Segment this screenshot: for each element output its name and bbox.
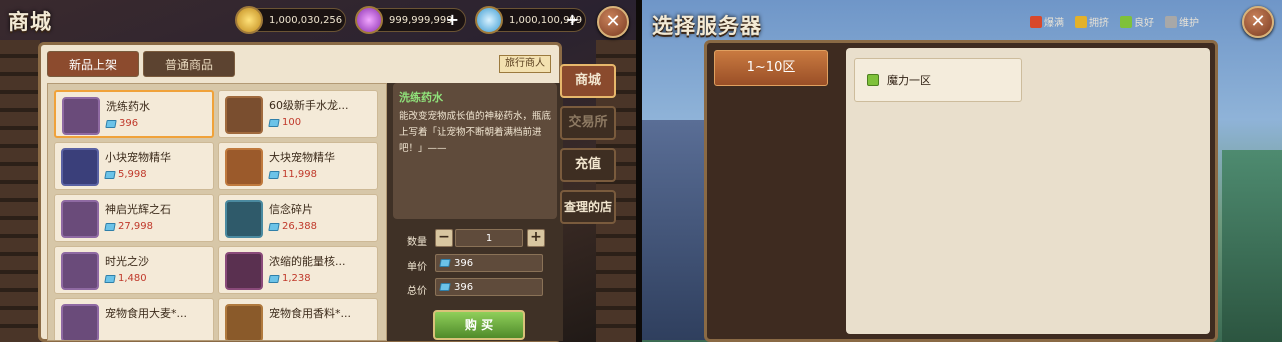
list-item[interactable]: 大块宠物精华 11,998 xyxy=(218,142,378,190)
diamond-icon xyxy=(439,259,451,267)
total-price-label: 总价 xyxy=(407,286,427,297)
list-item[interactable]: 洗练药水 396 xyxy=(54,90,214,138)
item-name: 信念碎片 xyxy=(269,203,313,216)
gold-amount: 1,000,030,256 xyxy=(269,14,343,26)
purple-gem-icon xyxy=(355,6,383,34)
diamond-icon xyxy=(105,119,117,128)
barley-icon xyxy=(61,304,99,340)
item-price: 26,388 xyxy=(268,221,317,232)
server-select-title: 选择服务器 xyxy=(652,14,762,38)
server-item[interactable]: 魔力一区 xyxy=(854,58,1022,102)
purple-gem-currency: 999,999,999 + xyxy=(355,6,466,34)
legend-good: 良好 xyxy=(1120,14,1154,29)
item-name: 洗练药水 xyxy=(106,100,150,113)
purple-gem-amount: 999,999,999 xyxy=(389,14,453,26)
item-name: 宠物食用香料*... xyxy=(269,307,351,320)
quantity-label: 数量 xyxy=(407,237,427,248)
potion-icon xyxy=(62,97,100,135)
item-name: 浓缩的能量核... xyxy=(269,255,346,268)
detail-item-name: 洗练药水 xyxy=(399,91,443,104)
status-good-icon xyxy=(867,74,879,86)
list-item[interactable]: 信念碎片 26,388 xyxy=(218,194,378,242)
unit-price-field: 396 xyxy=(435,254,543,272)
shard-icon xyxy=(225,200,263,238)
chest-icon xyxy=(225,96,263,134)
diamond-icon xyxy=(104,274,116,283)
server-name: 魔力一区 xyxy=(887,74,931,87)
spice-icon xyxy=(225,304,263,340)
zone-tab-1-10[interactable]: 1~10区 xyxy=(714,50,828,86)
legend-full: 爆满 xyxy=(1030,14,1064,29)
energy-core-icon xyxy=(225,252,263,290)
quantity-input[interactable]: 1 xyxy=(455,229,523,247)
item-price: 396 xyxy=(105,118,138,129)
item-price: 100 xyxy=(268,117,301,128)
diamond-icon xyxy=(475,6,503,34)
item-name: 大块宠物精华 xyxy=(269,151,335,164)
shop-title: 商城 xyxy=(8,10,52,34)
tab-normal-items[interactable]: 普通商品 xyxy=(143,51,235,77)
diamond-icon xyxy=(268,222,280,231)
item-price: 11,998 xyxy=(268,169,317,180)
server-close-button[interactable]: ✕ xyxy=(1242,6,1274,38)
side-tab-recharge[interactable]: 充值 xyxy=(560,148,616,182)
side-tab-charlie-shop[interactable]: 查理的店 xyxy=(560,190,616,224)
item-name: 神启光辉之石 xyxy=(105,203,171,216)
item-price: 1,480 xyxy=(104,273,147,284)
shop-panel: 新品上架 普通商品 旅行商人 洗练药水 396 60级新手水龙... 100 小… xyxy=(38,42,563,342)
list-item[interactable]: 神启光辉之石 27,998 xyxy=(54,194,214,242)
item-name: 时光之沙 xyxy=(105,255,149,268)
diamond-currency: 1,000,100,999 + xyxy=(475,6,586,34)
item-grid: 洗练药水 396 60级新手水龙... 100 小块宠物精华 5,998 大块宠… xyxy=(47,83,387,341)
item-name: 60级新手水龙... xyxy=(269,99,349,112)
item-price: 27,998 xyxy=(104,221,153,232)
stone-icon xyxy=(61,200,99,238)
item-price: 1,238 xyxy=(268,273,311,284)
total-price-field: 396 xyxy=(435,278,543,296)
side-tab-exchange[interactable]: 交易所 xyxy=(560,106,616,140)
list-item[interactable]: 小块宠物精华 5,998 xyxy=(54,142,214,190)
quantity-decrease-button[interactable]: − xyxy=(435,229,453,247)
list-item[interactable]: 宠物食用大麦*... xyxy=(54,298,214,340)
diamond-icon xyxy=(104,222,116,231)
diamond-icon xyxy=(268,118,280,127)
diamond-icon xyxy=(104,170,116,179)
crystal-icon xyxy=(61,148,99,186)
diamond-icon xyxy=(268,170,280,179)
diamond-icon xyxy=(268,274,280,283)
list-item[interactable]: 宠物食用香料*... xyxy=(218,298,378,340)
list-item[interactable]: 时光之沙 1,480 xyxy=(54,246,214,294)
buy-button[interactable]: 购 买 xyxy=(433,310,525,340)
gold-currency: 1,000,030,256 xyxy=(235,6,346,34)
shop-close-button[interactable]: ✕ xyxy=(597,6,629,38)
unit-price-label: 单价 xyxy=(407,262,427,273)
add-gem-button[interactable]: + xyxy=(446,10,459,29)
item-price: 5,998 xyxy=(104,169,147,180)
quantity-increase-button[interactable]: + xyxy=(527,229,545,247)
list-item[interactable]: 浓缩的能量核... 1,238 xyxy=(218,246,378,294)
gem-icon xyxy=(225,148,263,186)
status-maintenance-icon xyxy=(1165,15,1177,28)
item-name: 宠物食用大麦*... xyxy=(105,307,187,320)
tab-new-items[interactable]: 新品上架 xyxy=(47,51,139,77)
gold-coin-icon xyxy=(235,6,263,34)
status-good-icon xyxy=(1120,15,1132,28)
detail-description: 能改变宠物成长值的神秘药水，瓶底上写着「让宠物不断朝着满档前进吧！」—— xyxy=(399,111,552,154)
diamond-icon xyxy=(439,283,451,291)
hourglass-icon xyxy=(61,252,99,290)
legend-crowded: 拥挤 xyxy=(1075,14,1109,29)
item-name: 小块宠物精华 xyxy=(105,151,171,164)
add-diamond-button[interactable]: + xyxy=(566,10,579,29)
item-detail: 洗练药水 能改变宠物成长值的神秘药水，瓶底上写着「让宠物不断朝着满档前进吧！」—… xyxy=(393,83,557,219)
status-full-icon xyxy=(1030,15,1042,28)
status-crowded-icon xyxy=(1075,15,1087,28)
list-item[interactable]: 60级新手水龙... 100 xyxy=(218,90,378,138)
legend-maintenance: 维护 xyxy=(1165,14,1199,29)
traveling-merchant-button[interactable]: 旅行商人 xyxy=(499,55,551,73)
side-tab-shop[interactable]: 商城 xyxy=(560,64,616,98)
